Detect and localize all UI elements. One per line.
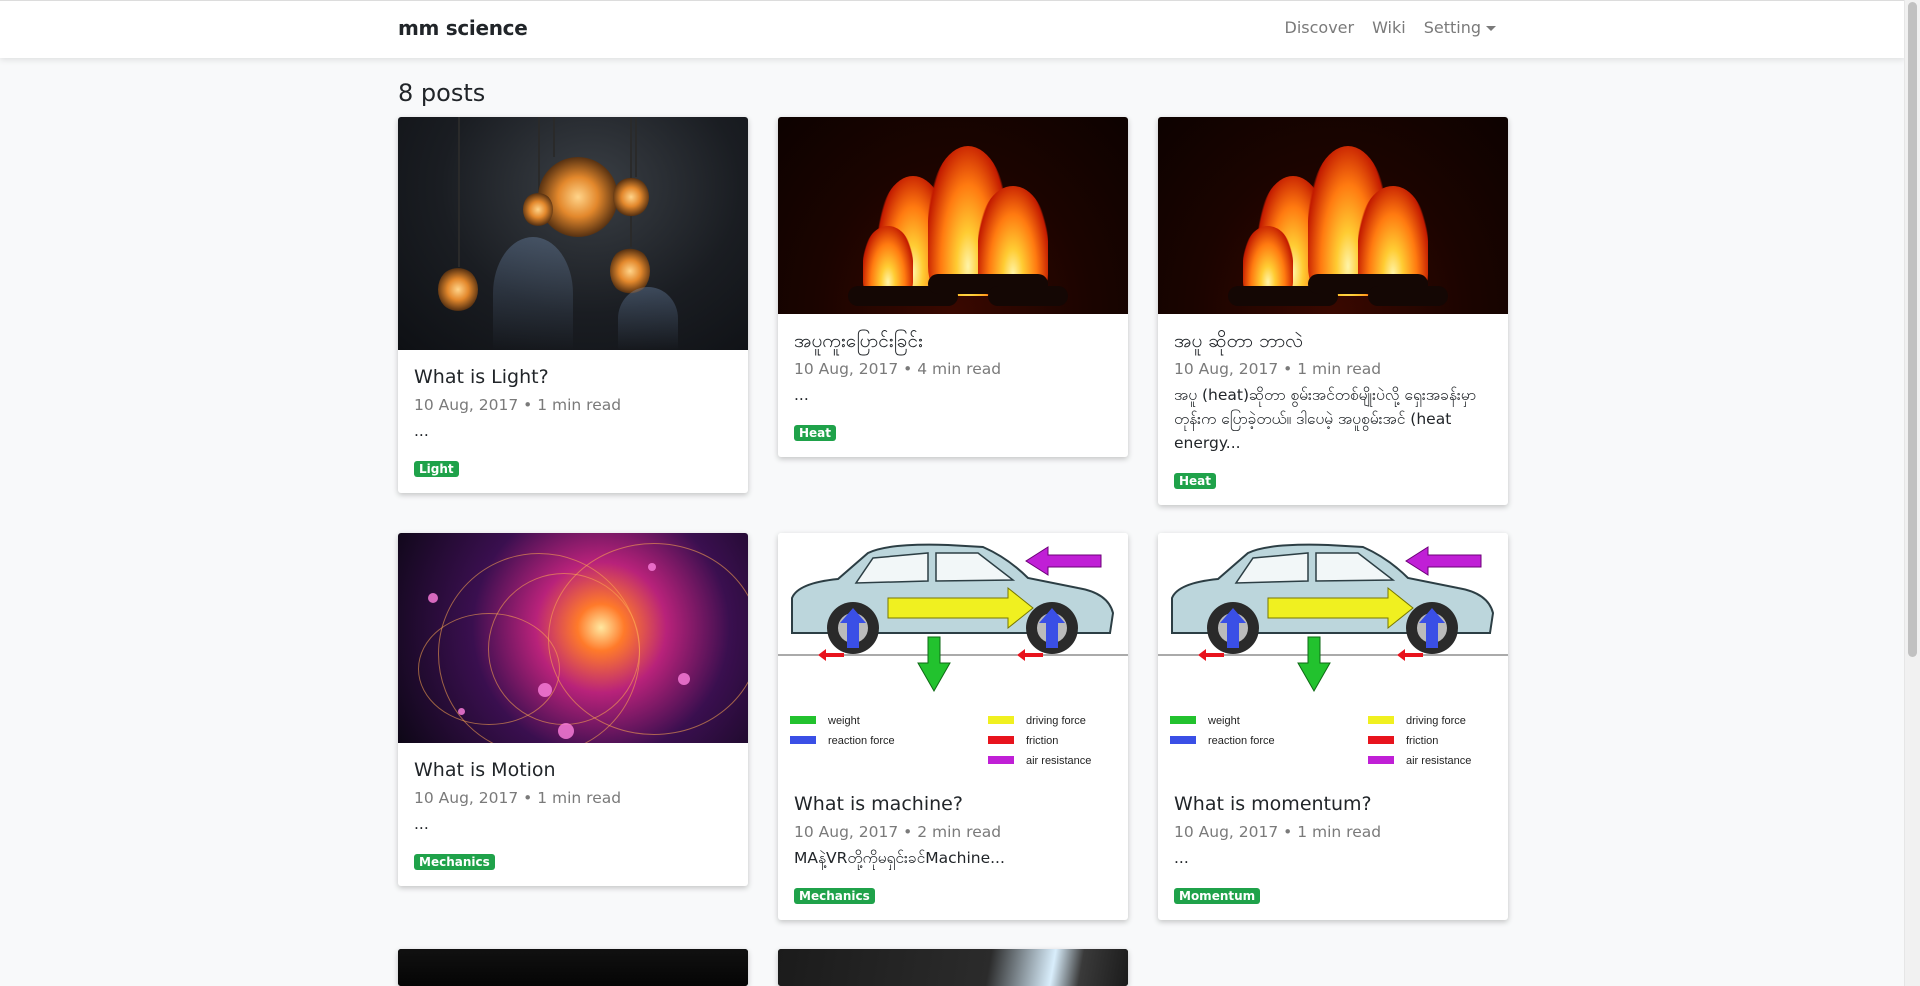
post-excerpt: ... (1174, 849, 1189, 867)
post-excerpt: ... (414, 815, 429, 833)
post-image-car-forces-diagram[interactable]: weight reaction force driving force fric… (778, 533, 1128, 777)
nav-wiki[interactable]: Wiki (1372, 18, 1406, 37)
post-card[interactable]: weight reaction force driving force fric… (778, 533, 1128, 920)
brand-logo[interactable]: mm science (398, 16, 528, 40)
legend-driving: driving force (1406, 715, 1466, 727)
post-title[interactable]: အပူ ဆိုတာ ဘာလဲ (1174, 328, 1492, 354)
page-scrollbar[interactable] (1904, 0, 1920, 986)
car-diagram-svg: weight reaction force driving force fric… (1158, 543, 1508, 767)
post-meta: 10 Aug, 2017 • 1 min read (414, 789, 622, 807)
post-image-partial[interactable] (778, 949, 1128, 986)
tag-badge[interactable]: Heat (1174, 473, 1217, 489)
post-image-particle-orbits[interactable] (398, 533, 748, 743)
tag-badge[interactable]: Heat (794, 425, 837, 441)
nav-discover[interactable]: Discover (1285, 18, 1355, 37)
legend-weight: weight (827, 715, 860, 727)
legend-air: air resistance (1026, 755, 1091, 767)
post-title[interactable]: What is Light? (414, 364, 732, 390)
post-image-partial[interactable] (398, 949, 748, 986)
post-title[interactable]: What is momentum? (1174, 791, 1492, 817)
legend-air: air resistance (1406, 755, 1471, 767)
post-meta: 10 Aug, 2017 • 1 min read (1174, 823, 1382, 841)
post-title[interactable]: အပူကူးပြောင်းခြင်း (794, 328, 1112, 354)
tag-badge[interactable]: Mechanics (414, 854, 495, 870)
post-image-fireplace[interactable] (778, 117, 1128, 314)
post-image-fireplace[interactable] (1158, 117, 1508, 314)
post-card[interactable]: အပူ ဆိုတာ ဘာလဲ 10 Aug, 2017 • 1 min read… (1158, 117, 1508, 505)
post-image-car-forces-diagram[interactable]: weight reaction force driving force fric… (1158, 533, 1508, 777)
legend-friction: friction (1026, 735, 1058, 747)
caret-down-icon (1486, 26, 1496, 31)
post-card[interactable]: What is Motion 10 Aug, 2017 • 1 min read… (398, 533, 748, 886)
post-excerpt: ... (414, 422, 429, 440)
legend-reaction: reaction force (828, 735, 895, 747)
post-excerpt: အပူ (heat)ဆိုတာ စွမ်းအင်တစ်မျိုးပဲလို့ ရ… (1174, 386, 1477, 452)
post-image-hanging-light-bulbs[interactable] (398, 117, 748, 350)
post-excerpt: ... (794, 386, 809, 404)
legend-reaction: reaction force (1208, 735, 1275, 747)
post-card[interactable]: What is Light? 10 Aug, 2017 • 1 min read… (398, 117, 748, 493)
post-meta: 10 Aug, 2017 • 4 min read (794, 360, 1002, 378)
post-title[interactable]: What is Motion (414, 757, 732, 783)
post-meta: 10 Aug, 2017 • 1 min read (1174, 360, 1382, 378)
post-card-partial[interactable] (778, 949, 1128, 986)
legend-friction: friction (1406, 735, 1438, 747)
car-diagram-svg: weight reaction force driving force fric… (778, 543, 1128, 767)
post-meta: 10 Aug, 2017 • 2 min read (794, 823, 1002, 841)
top-navbar: mm science Discover Wiki Setting (0, 0, 1905, 58)
legend-driving: driving force (1026, 715, 1086, 727)
nav-links: Discover Wiki Setting (1285, 18, 1496, 37)
scrollbar-thumb[interactable] (1908, 2, 1917, 657)
nav-setting-dropdown[interactable]: Setting (1424, 18, 1496, 37)
nav-setting-label: Setting (1423, 18, 1481, 37)
post-card[interactable]: weight reaction force driving force fric… (1158, 533, 1508, 920)
post-card[interactable]: အပူကူးပြောင်းခြင်း 10 Aug, 2017 • 4 min … (778, 117, 1128, 457)
post-meta: 10 Aug, 2017 • 1 min read (414, 396, 622, 414)
posts-count-heading: 8 posts (398, 79, 486, 107)
post-excerpt: MAနဲ့VRတို့ကိုမရှင်းခင်Machine... (794, 849, 1005, 867)
tag-badge[interactable]: Light (414, 461, 459, 477)
tag-badge[interactable]: Momentum (1174, 888, 1261, 904)
post-title[interactable]: What is machine? (794, 791, 1112, 817)
legend-weight: weight (1207, 715, 1240, 727)
post-card-partial[interactable] (398, 949, 748, 986)
tag-badge[interactable]: Mechanics (794, 888, 875, 904)
